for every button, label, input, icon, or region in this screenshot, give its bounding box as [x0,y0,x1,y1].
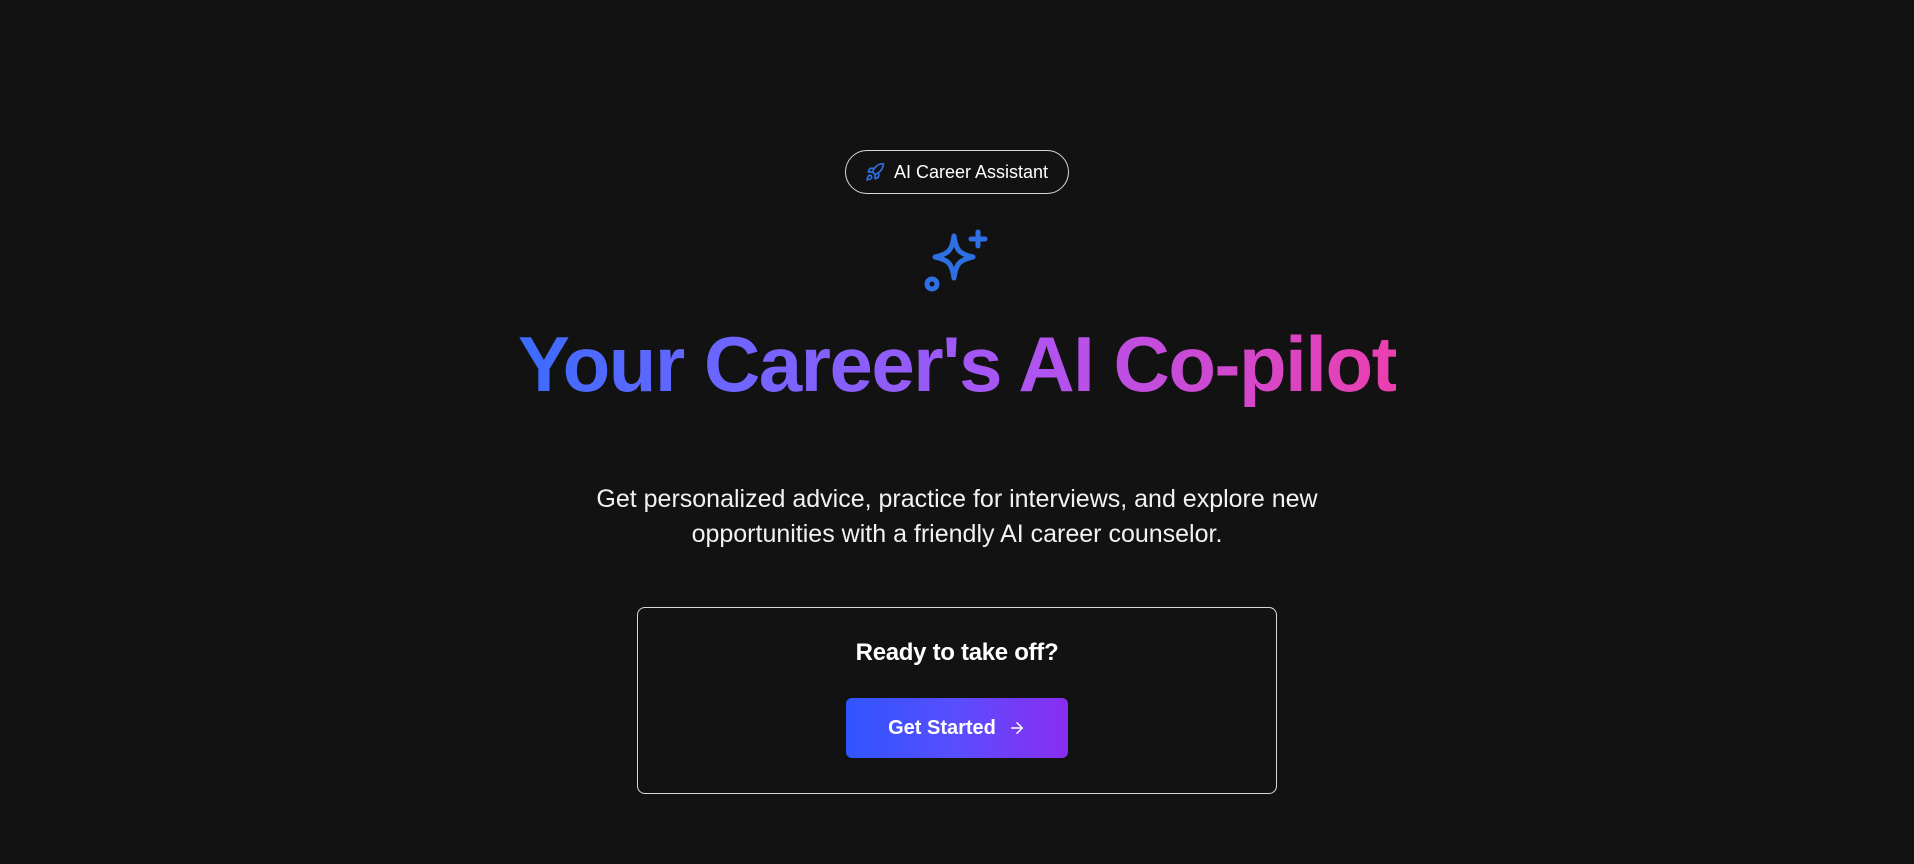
get-started-label: Get Started [888,716,996,739]
rocket-icon [864,161,886,183]
page-title: Your Career's AI Co-pilot [517,320,1398,408]
sparkles-icon [921,226,993,298]
cta-card: Ready to take off? Get Started [637,607,1277,795]
hero-subtitle: Get personalized advice, practice for in… [596,485,1318,549]
badge-label: AI Career Assistant [893,161,1049,182]
arrow-right-icon [1008,719,1026,737]
landing-page: AI Career Assistant Your Career's AI Co-… [0,0,1914,864]
hero-section: AI Career Assistant Your Career's AI Co-… [0,0,1914,795]
ai-career-assistant-badge: AI Career Assistant [844,150,1070,194]
get-started-button[interactable]: Get Started [846,698,1068,759]
cta-title: Ready to take off? [855,639,1059,667]
